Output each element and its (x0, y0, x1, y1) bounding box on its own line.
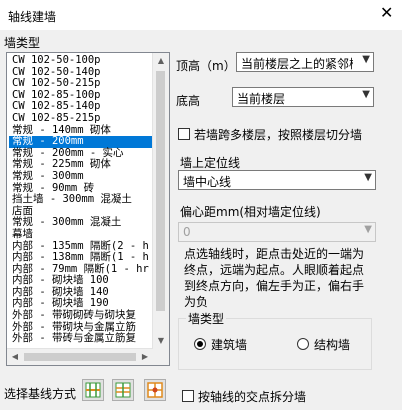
base-height-value: 当前楼层 (237, 92, 286, 106)
top-height-value: 当前楼层之上的紧邻楼层 (241, 57, 353, 71)
wall-type-item[interactable]: 幕墙 (9, 228, 153, 241)
scroll-corner (153, 349, 169, 365)
wall-type-item[interactable]: CW 102-50-100p (9, 55, 153, 67)
wall-type-item[interactable]: CW 102-85-215p (9, 112, 153, 125)
grid-icon (85, 382, 101, 398)
wall-type-item[interactable]: 内部 - 138mm 隔断(1 - h (9, 251, 153, 264)
wall-type-item[interactable]: 挡土墙 - 300mm 混凝土 (9, 194, 153, 206)
chevron-down-icon: ▼ (364, 172, 372, 183)
locate-line-select[interactable]: 墙中心线 ▼ (178, 170, 376, 190)
wall-category-caption: 墙类型 (186, 310, 227, 327)
split-by-floor-checkbox[interactable] (178, 128, 190, 140)
baseline-grid-button-1[interactable] (82, 379, 104, 401)
offset-value: 0 (183, 225, 191, 239)
offset-label: 偏心距mm(相对墙定位线) (180, 205, 321, 219)
wall-type-list[interactable]: CW 102-50-100p CW 102-50-140p CW 102-50-21… (9, 55, 153, 349)
locate-line-value: 墙中心线 (183, 175, 232, 189)
list-vertical-scrollbar[interactable]: ▲ ▼ (152, 53, 169, 349)
top-height-select[interactable]: 当前楼层之上的紧邻楼层 ▼ (236, 52, 374, 72)
split-by-floor-label: 若墙跨多楼层，按照楼层切分墙 (194, 128, 363, 142)
architectural-wall-label: 建筑墙 (211, 338, 248, 352)
architectural-wall-radio[interactable] (194, 338, 206, 350)
scroll-right-icon[interactable]: ▶ (137, 349, 153, 365)
chevron-down-icon: ▼ (362, 89, 370, 100)
chevron-down-icon: ▼ (364, 224, 372, 235)
direction-note: 点选轴线时，距点击处近的一端为终点，远端为起点。人眼顺着起点到终点方向，偏左手为… (184, 247, 365, 309)
offset-select[interactable]: 0 ▼ (178, 222, 376, 242)
structural-wall-label: 结构墙 (314, 338, 351, 352)
locate-line-label: 墙上定位线 (180, 156, 241, 170)
scroll-down-icon[interactable]: ▼ (153, 333, 169, 349)
baseline-grid-button-2[interactable] (112, 379, 134, 401)
baseline-method-label: 选择基线方式 (4, 387, 77, 401)
window-title: 轴线建墙 (8, 10, 57, 24)
list-horizontal-scrollbar[interactable]: ◀ ▶ (7, 348, 153, 365)
base-height-select[interactable]: 当前楼层 ▼ (232, 87, 374, 107)
wall-type-item[interactable]: 外部 - 带砌砌砖与砌块复 (9, 309, 153, 322)
wall-type-item[interactable]: 常规 - 300mm (9, 170, 153, 183)
split-at-intersection-checkbox[interactable] (182, 390, 194, 402)
base-height-label: 底高 (176, 94, 201, 108)
baseline-grid-button-3[interactable] (144, 379, 166, 401)
split-at-intersection-label: 按轴线的交点拆分墙 (198, 390, 307, 404)
grid-icon (115, 382, 131, 398)
vertical-scroll-thumb[interactable] (156, 71, 165, 311)
top-height-label: 顶高（m） (176, 59, 236, 73)
wall-type-item[interactable]: 外部 - 带砖与金属立筋复 (9, 333, 153, 345)
close-icon[interactable]: ✕ (380, 4, 393, 22)
radio-dot (197, 341, 203, 347)
chevron-down-icon: ▼ (362, 54, 370, 65)
grid-icon (147, 382, 163, 398)
wall-type-item[interactable]: 常规 - 200mm (9, 136, 153, 148)
wall-type-caption: 墙类型 (4, 36, 41, 50)
wall-type-listbox[interactable]: CW 102-50-100p CW 102-50-140p CW 102-50-21… (6, 52, 170, 366)
horizontal-scroll-thumb[interactable] (24, 353, 136, 361)
scroll-up-icon[interactable]: ▲ (153, 53, 169, 69)
scroll-left-icon[interactable]: ◀ (7, 349, 23, 365)
structural-wall-radio[interactable] (297, 338, 309, 350)
title-bar (0, 0, 402, 30)
